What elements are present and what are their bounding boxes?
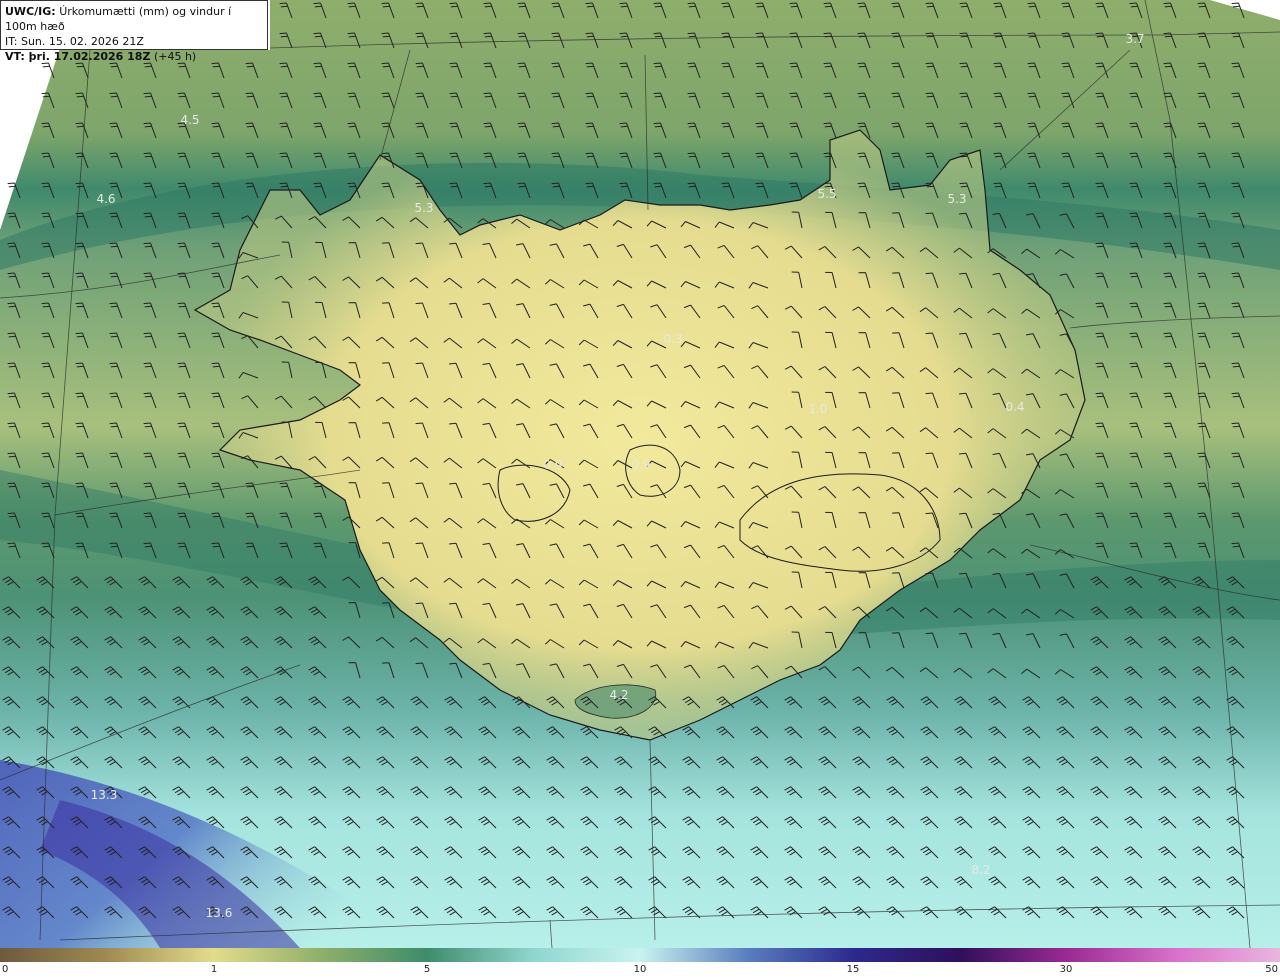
colorbar-legend: 0 1 5 10 15 30 50 bbox=[0, 948, 1280, 978]
map-value-label: 4.6 bbox=[96, 192, 115, 206]
colorbar-tick: 1 bbox=[210, 964, 218, 975]
initial-time: IT: Sun. 15. 02. 2026 21Z bbox=[5, 35, 144, 48]
map-value-label: 4.2 bbox=[609, 688, 628, 702]
colorbar-tick: 5 bbox=[423, 964, 431, 975]
valid-time: VT: þri. 17.02.2026 18Z bbox=[5, 50, 151, 63]
colorbar-gradient bbox=[0, 948, 1280, 962]
map-value-label: 5.3 bbox=[947, 192, 966, 206]
colorbar-tick: 50 bbox=[1265, 964, 1278, 975]
map-value-label: 0.4 bbox=[1005, 400, 1024, 414]
map-value-label: 5.5 bbox=[817, 187, 836, 201]
map-value-label: 1.0 bbox=[808, 402, 827, 416]
map-value-label: 13.6 bbox=[206, 906, 233, 920]
forecast-offset: (+45 h) bbox=[153, 50, 197, 63]
map-value-label: 0.3 bbox=[663, 332, 682, 346]
map-value-label: 0.9 bbox=[631, 458, 650, 472]
map-value-label: 8.2 bbox=[971, 863, 990, 877]
header-line-product: UWC/IG: Úrkomumætti (mm) og vindur í 100… bbox=[5, 4, 263, 34]
precip-wind-map: 4.5 4.6 5.3 5.5 5.3 3.7 0.3 1.0 0.9 0.9 0.4 4.2 13.3… bbox=[0, 0, 1280, 948]
map-value-label: 3.7 bbox=[1125, 32, 1144, 46]
colorbar-tick: 0 bbox=[2, 964, 9, 975]
colorbar-tick: 15 bbox=[846, 964, 860, 975]
colorbar-tick: 10 bbox=[633, 964, 647, 975]
product-code: UWC/IG: bbox=[5, 5, 56, 18]
map-value-label: 5.3 bbox=[414, 201, 433, 215]
map-header: UWC/IG: Úrkomumætti (mm) og vindur í 100… bbox=[0, 0, 268, 63]
header-line-valid: VT: þri. 17.02.2026 18Z (+45 h) bbox=[5, 49, 263, 64]
map-value-label: 4.5 bbox=[180, 113, 199, 127]
colorbar-tick: 30 bbox=[1059, 964, 1073, 975]
map-value-label: 13.3 bbox=[91, 788, 118, 802]
map-value-label: 0.9 bbox=[543, 458, 562, 472]
